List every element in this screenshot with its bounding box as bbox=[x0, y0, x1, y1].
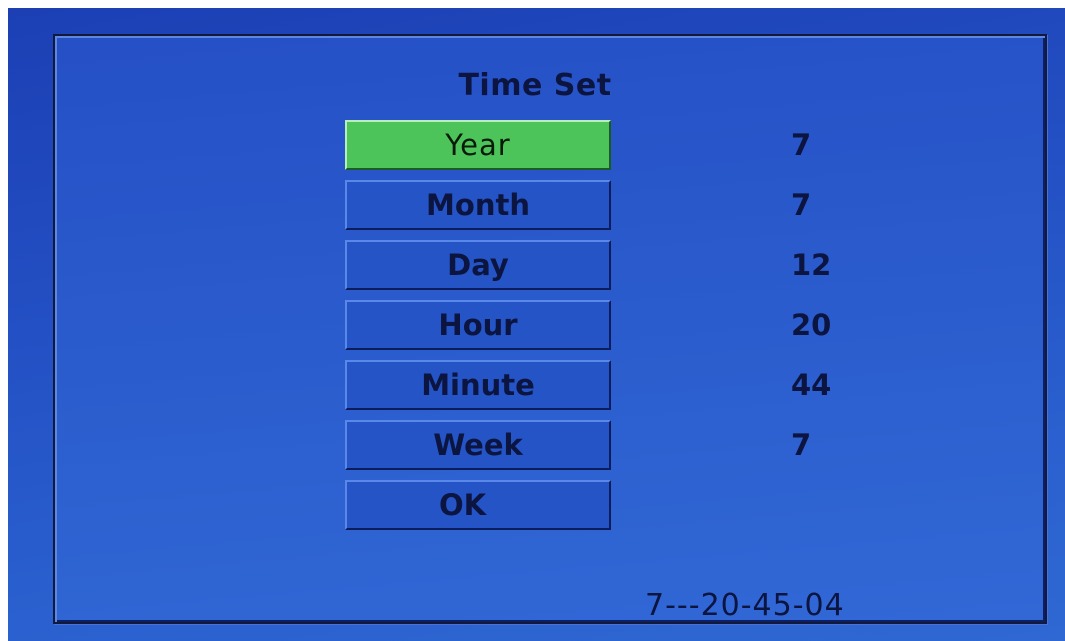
day-value: 12 bbox=[791, 248, 832, 282]
menu-item-label: Week bbox=[433, 428, 523, 462]
hour-value: 20 bbox=[791, 308, 832, 342]
menu-item-month[interactable]: Month bbox=[345, 180, 611, 230]
year-value: 7 bbox=[791, 128, 812, 162]
week-value: 7 bbox=[791, 428, 812, 462]
time-set-dialog: Time Set Year Month Day Hour Minute Week… bbox=[53, 34, 1047, 624]
menu-item-hour[interactable]: Hour bbox=[345, 300, 611, 350]
time-set-menu: Year Month Day Hour Minute Week OK bbox=[345, 120, 617, 540]
menu-item-label: Month bbox=[426, 188, 530, 222]
ok-button-label: OK bbox=[439, 488, 487, 522]
current-time-readout: 7---20-45-04 bbox=[645, 588, 845, 623]
ok-button[interactable]: OK bbox=[345, 480, 611, 530]
menu-item-week[interactable]: Week bbox=[345, 420, 611, 470]
month-value: 7 bbox=[791, 188, 812, 222]
menu-item-day[interactable]: Day bbox=[345, 240, 611, 290]
dialog-title: Time Set bbox=[458, 68, 612, 103]
menu-item-label: Minute bbox=[421, 368, 535, 402]
value-column: 7 7 12 20 44 7 bbox=[791, 120, 911, 480]
osd-screen: Time Set Year Month Day Hour Minute Week… bbox=[8, 8, 1065, 641]
menu-item-label: Day bbox=[447, 248, 509, 282]
menu-item-minute[interactable]: Minute bbox=[345, 360, 611, 410]
minute-value: 44 bbox=[791, 368, 832, 402]
menu-item-label: Year bbox=[445, 128, 511, 162]
menu-item-year[interactable]: Year bbox=[345, 120, 611, 170]
menu-item-label: Hour bbox=[438, 308, 518, 342]
